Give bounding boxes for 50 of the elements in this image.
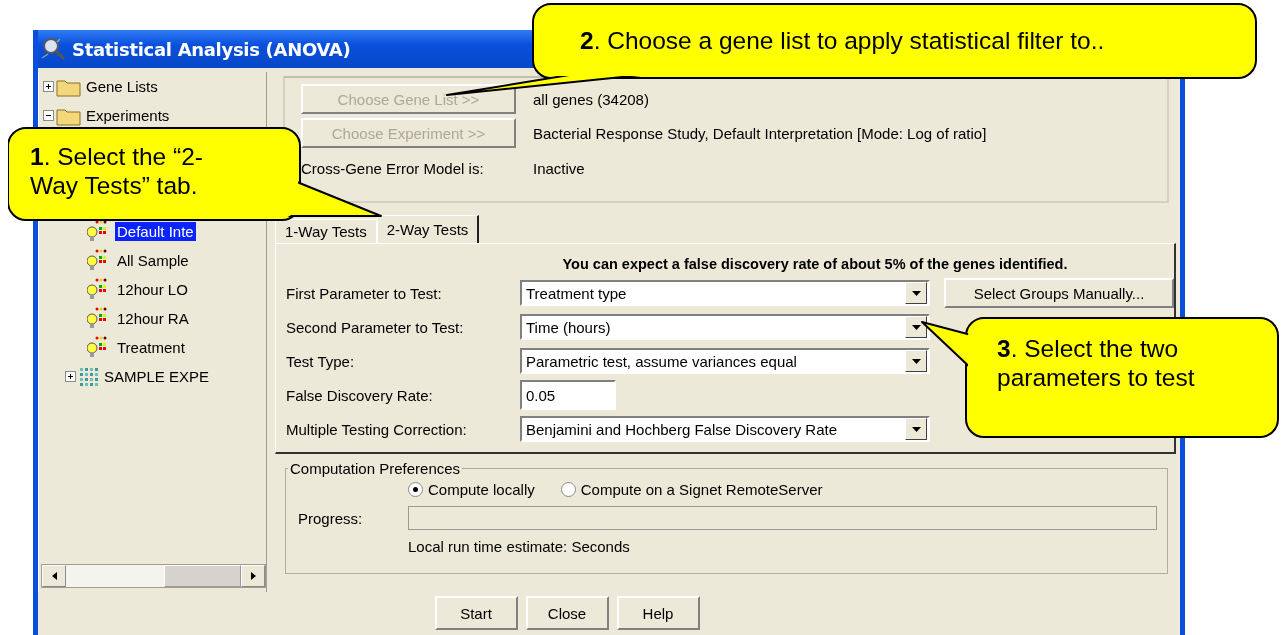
tree-item[interactable]: 12hour LO bbox=[115, 280, 190, 299]
grid-icon bbox=[78, 365, 100, 388]
tree-item[interactable]: Gene Lists bbox=[84, 77, 160, 96]
caret-icon bbox=[911, 358, 921, 364]
field-label: Second Parameter to Test: bbox=[286, 318, 465, 336]
caret-icon bbox=[911, 290, 921, 296]
group-title: Computation Preferences bbox=[289, 460, 462, 477]
field-value: Inactive bbox=[533, 159, 586, 177]
callout-text: 3. Select the two parameters to test bbox=[997, 334, 1195, 392]
tree-item[interactable]: 12hour RA bbox=[115, 309, 191, 328]
dropdown[interactable]: Benjamini and Hochberg False Discovery Rate bbox=[520, 416, 930, 442]
tree-item[interactable]: Default Inte bbox=[115, 222, 196, 241]
caret-icon bbox=[911, 324, 921, 330]
tree-item[interactable]: Treatment bbox=[115, 338, 187, 357]
field-value: Bacterial Response Study, Default Interpretation [Mode: Log of ratio] bbox=[533, 124, 988, 142]
dialog-button[interactable]: Help bbox=[616, 596, 700, 630]
input-field[interactable]: 0.05 bbox=[520, 380, 616, 410]
estimate-text: Local run time estimate: Seconds bbox=[408, 538, 631, 555]
callout-text: 1. Select the “2- Way Tests” tab. bbox=[30, 142, 203, 200]
dropdown[interactable]: Parametric test, assume variances equal bbox=[520, 348, 930, 374]
field-label: Progress: bbox=[298, 509, 364, 527]
tree-item[interactable]: Experiments bbox=[84, 106, 172, 125]
tree-item[interactable]: All Sample bbox=[115, 251, 191, 270]
left-arrow-icon bbox=[51, 572, 57, 580]
field-label: First Parameter to Test: bbox=[286, 284, 443, 302]
right-arrow-icon bbox=[250, 572, 256, 580]
notice-text: You can expect a false discovery rate of about 5% of the genes identified. bbox=[561, 256, 1069, 272]
tab[interactable]: 1-Way Tests bbox=[275, 219, 377, 243]
tab[interactable]: 2-Way Tests bbox=[376, 215, 480, 243]
magnifier-icon bbox=[40, 36, 66, 62]
select-groups-button[interactable]: Select Groups Manually... bbox=[944, 278, 1174, 308]
collapse-icon[interactable] bbox=[43, 110, 54, 121]
field-label: Cross-Gene Error Model is: bbox=[301, 159, 485, 177]
dialog-button[interactable]: Start bbox=[434, 596, 518, 630]
window-title: Statistical Analysis (ANOVA) bbox=[72, 38, 351, 60]
radio-option[interactable]: Compute locally bbox=[408, 481, 535, 498]
caret-icon bbox=[911, 426, 921, 432]
field-label: Test Type: bbox=[286, 352, 356, 370]
expand-icon[interactable] bbox=[65, 371, 76, 382]
dropdown[interactable]: Time (hours) bbox=[520, 314, 930, 340]
expand-icon[interactable] bbox=[43, 81, 54, 92]
dropdown[interactable]: Treatment type bbox=[520, 280, 930, 306]
radio-option[interactable]: Compute on a Signet RemoteServer bbox=[560, 481, 823, 498]
dialog-button[interactable]: Close bbox=[525, 596, 609, 630]
tree-item[interactable]: SAMPLE EXPE bbox=[102, 367, 212, 386]
field-label: False Discovery Rate: bbox=[286, 386, 434, 404]
field-label: Multiple Testing Correction: bbox=[286, 420, 468, 438]
callout-text: 2. Choose a gene list to apply statistical filter to.. bbox=[580, 26, 1105, 55]
horizontal-scrollbar[interactable] bbox=[41, 564, 266, 588]
field-value: all genes (34208) bbox=[533, 90, 650, 108]
